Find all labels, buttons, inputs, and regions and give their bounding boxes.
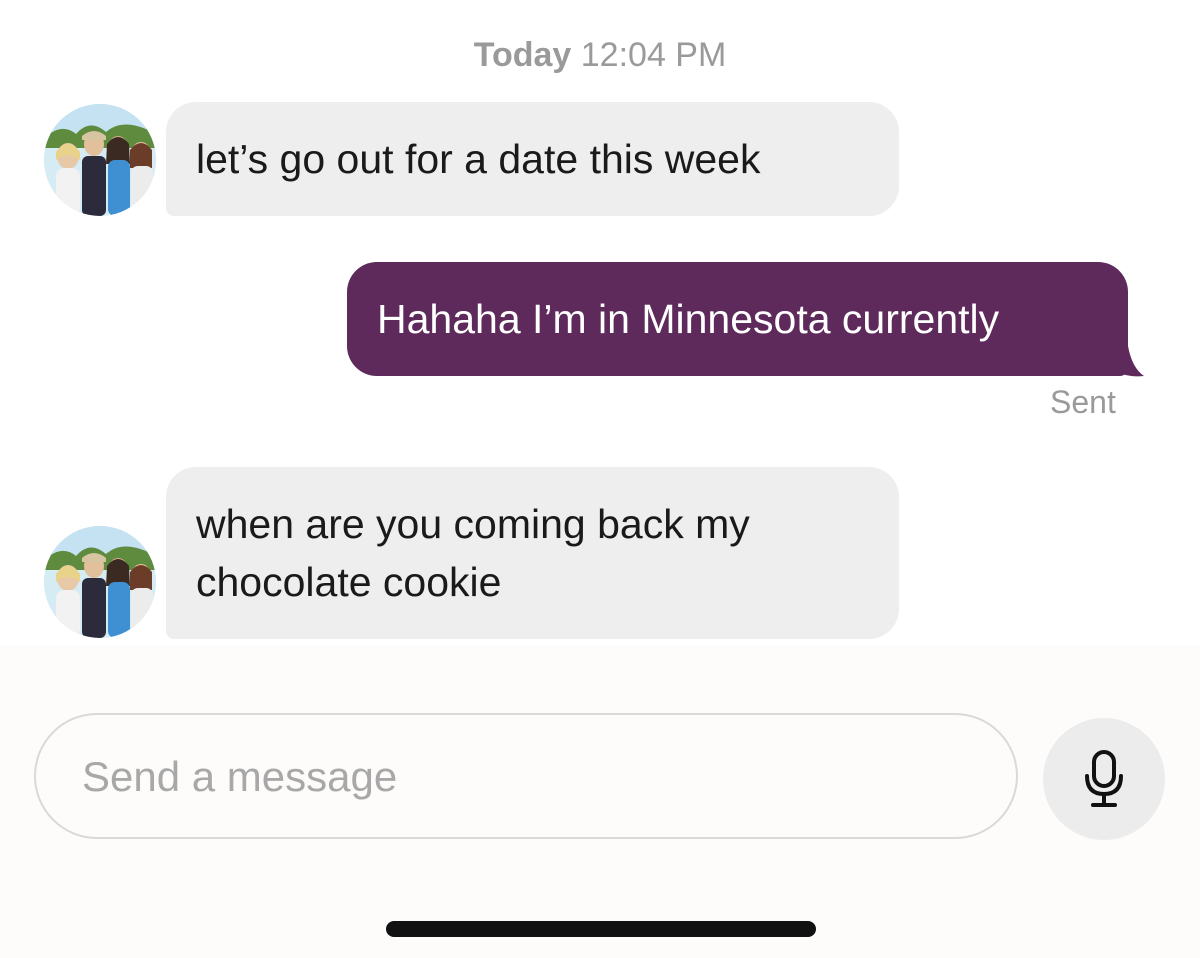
outgoing-bubble-tail <box>1110 346 1144 377</box>
thread-timestamp: Today 12:04 PM <box>0 36 1200 75</box>
voice-message-button[interactable] <box>1043 718 1165 840</box>
message-text: let’s go out for a date this week <box>196 136 761 182</box>
contact-avatar-photo <box>44 104 156 216</box>
message-input-container[interactable] <box>34 713 1018 839</box>
timestamp-day: Today <box>473 36 572 74</box>
message-text: when are you coming back my chocolate co… <box>196 501 750 605</box>
home-indicator[interactable] <box>386 921 816 937</box>
incoming-message-bubble[interactable]: let’s go out for a date this week <box>166 102 899 216</box>
contact-avatar[interactable] <box>44 104 156 216</box>
delivery-status: Sent <box>1050 384 1116 420</box>
contact-avatar[interactable] <box>44 526 156 638</box>
message-thread[interactable]: Today 12:04 PM let’s go out for a date t… <box>0 0 1200 645</box>
outgoing-message-bubble[interactable]: Hahaha I’m in Minnesota currently <box>347 262 1128 376</box>
microphone-icon <box>1085 750 1123 807</box>
message-text: Hahaha I’m in Minnesota currently <box>377 296 1000 342</box>
message-input[interactable] <box>80 715 984 839</box>
incoming-message-bubble[interactable]: when are you coming back my chocolate co… <box>166 467 899 639</box>
contact-avatar-photo <box>44 526 156 638</box>
timestamp-time: 12:04 PM <box>580 36 727 74</box>
chat-screen: Today 12:04 PM let’s go out for a date t… <box>0 0 1200 958</box>
